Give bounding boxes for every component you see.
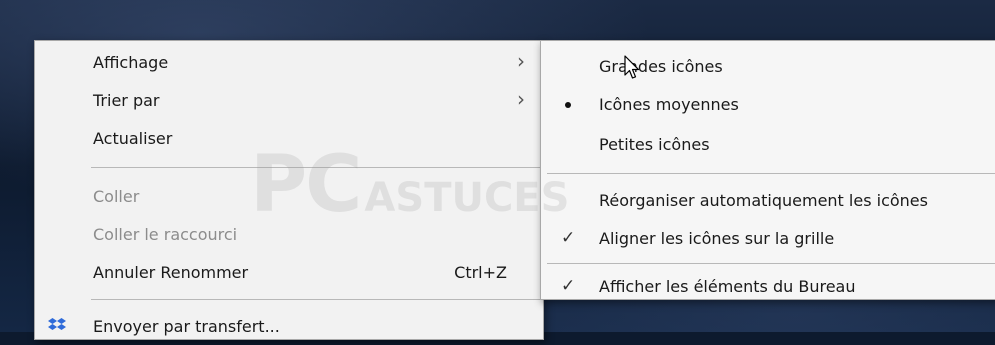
menu-separator [547, 173, 995, 174]
checkmark-icon: ✓ [561, 228, 576, 248]
menu-item-label: Coller le raccourci [93, 225, 238, 244]
menu-item-label: Envoyer par transfert... [93, 317, 280, 336]
menu-item-trier-par[interactable]: Trier par › [35, 81, 543, 119]
menu-separator [91, 299, 541, 300]
checkmark-icon: ✓ [561, 276, 576, 296]
menu-item-label: Petites icônes [599, 135, 710, 154]
menu-item-affichage[interactable]: Affichage › [35, 43, 543, 81]
menu-separator [547, 263, 995, 264]
submenu-item-petites-icones[interactable]: Petites icônes [541, 125, 995, 163]
menu-item-label: Coller [93, 187, 140, 206]
menu-item-actualiser[interactable]: Actualiser [35, 119, 543, 157]
menu-item-envoyer-par-transfert[interactable]: Envoyer par transfert... [35, 307, 543, 345]
bullet-icon [565, 102, 571, 108]
chevron-right-icon: › [517, 49, 525, 73]
desktop-context-menu: Affichage › Trier par › Actualiser Colle… [34, 40, 544, 340]
chevron-right-icon: › [517, 87, 525, 111]
shortcut-label: Ctrl+Z [454, 263, 507, 282]
menu-item-label: Trier par [93, 91, 160, 110]
submenu-item-icones-moyennes[interactable]: Icônes moyennes [541, 85, 995, 123]
affichage-submenu: Grandes icônes Icônes moyennes Petites i… [540, 40, 995, 300]
menu-item-coller-raccourci[interactable]: Coller le raccourci [35, 215, 543, 253]
menu-item-label: Annuler Renommer [93, 263, 249, 282]
menu-item-label: Icônes moyennes [599, 95, 739, 114]
menu-item-label: Afficher les éléments du Bureau [599, 277, 856, 296]
menu-item-label: Grandes icônes [599, 57, 723, 76]
menu-item-label: Affichage [93, 53, 169, 72]
menu-item-annuler-renommer[interactable]: Annuler Renommer Ctrl+Z [35, 253, 543, 291]
menu-item-label: Réorganiser automatiquement les icônes [599, 191, 928, 210]
menu-item-label: Aligner les icônes sur la grille [599, 229, 835, 248]
mouse-pointer-icon [624, 55, 640, 79]
submenu-item-afficher-elements-bureau[interactable]: ✓ Afficher les éléments du Bureau [541, 267, 995, 305]
submenu-item-reorganiser-auto[interactable]: Réorganiser automatiquement les icônes [541, 181, 995, 219]
menu-item-coller[interactable]: Coller [35, 177, 543, 215]
submenu-item-aligner-grille[interactable]: ✓ Aligner les icônes sur la grille [541, 219, 995, 257]
menu-separator [91, 167, 541, 168]
menu-item-label: Actualiser [93, 129, 173, 148]
submenu-item-grandes-icones[interactable]: Grandes icônes [541, 47, 995, 85]
